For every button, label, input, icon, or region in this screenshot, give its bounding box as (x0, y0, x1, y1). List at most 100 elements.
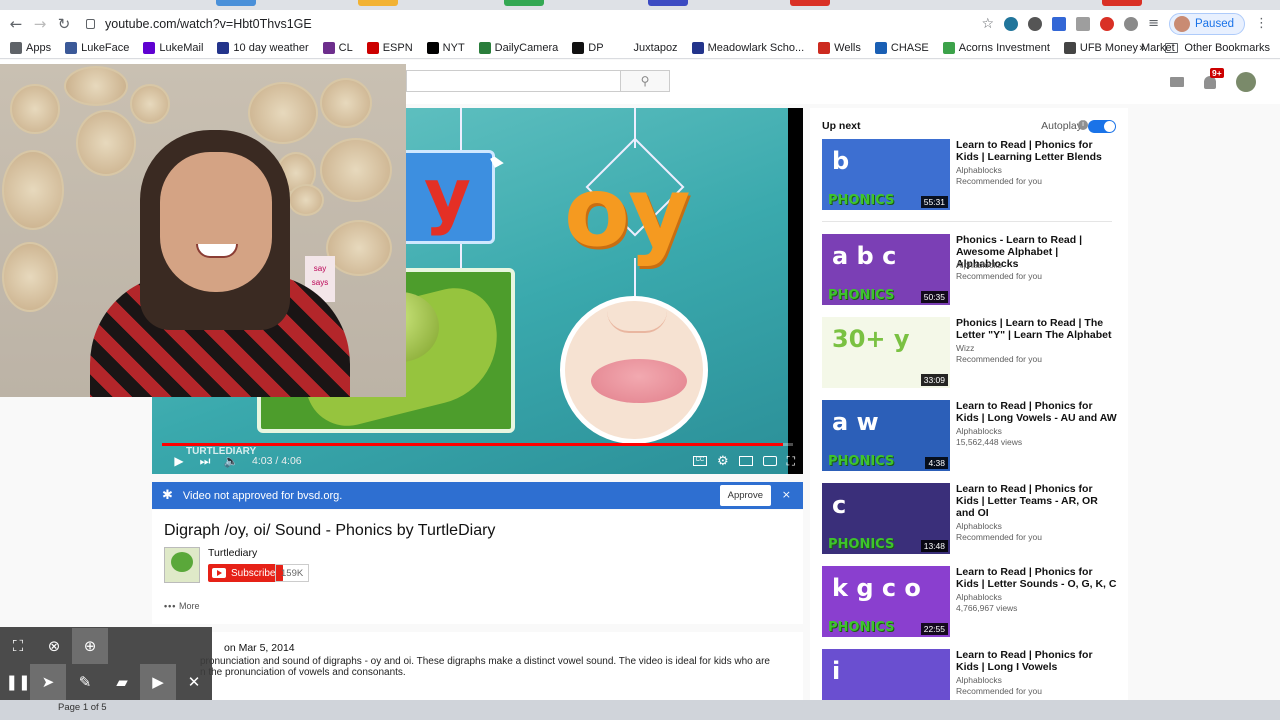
video-thumbnail[interactable]: 30+ y 33:09 (822, 317, 950, 388)
recommended-title[interactable]: Learn to Read | Phonics for Kids | Lette… (956, 566, 1118, 590)
pointer-icon[interactable]: ➤ (30, 664, 66, 700)
recommended-video[interactable]: a w PHONICS 4:38 Learn to Read | Phonics fo… (822, 400, 1122, 472)
recommended-title[interactable]: Learn to Read | Phonics for Kids | Long … (956, 649, 1118, 673)
bookmarks-bar: Apps LukeFace LukeMail 10 day weather CL ESPN… (0, 37, 1280, 59)
browser-tab[interactable] (790, 0, 830, 6)
camera-icon[interactable]: ▶ (140, 664, 176, 700)
bookmark-item[interactable]: DailyCamera (478, 41, 558, 54)
bookmark-item[interactable]: CHASE (874, 41, 929, 54)
bookmark-item[interactable]: NYT (426, 41, 465, 54)
recommended-video[interactable]: 30+ y 33:09 Phonics | Learn to Read | The … (822, 317, 1122, 389)
highlighter-icon[interactable]: ▰ (104, 664, 140, 700)
notifications-icon[interactable]: 9+ (1204, 67, 1224, 89)
extension-icon[interactable] (1052, 16, 1067, 31)
pen-icon[interactable]: ✎ (67, 664, 103, 700)
url-field[interactable]: youtube.com/watch?v=Hbt0Thvs1GE (86, 17, 312, 31)
recommended-video[interactable]: c PHONICS 13:48 Learn to Read | Phonics for… (822, 483, 1122, 555)
recommended-video[interactable]: b PHONICS 55:31 Learn to Read | Phonics for… (822, 139, 1122, 211)
info-icon[interactable]: i (1078, 120, 1088, 130)
recommended-video[interactable]: a b c PHONICS 50:35 Phonics - Learn to Read… (822, 234, 1122, 306)
search-button[interactable]: ⚲ (620, 70, 670, 92)
bookmark-item[interactable]: DP (572, 41, 604, 54)
bookmark-item[interactable]: Acorns Investment (942, 41, 1050, 54)
video-thumbnail[interactable]: c PHONICS 13:48 (822, 483, 950, 554)
cast-icon[interactable] (762, 456, 777, 466)
extension-icon[interactable] (1076, 16, 1091, 31)
video-thumbnail[interactable]: k g c o PHONICS 22:55 (822, 566, 950, 637)
recommended-title[interactable]: Learn to Read | Phonics for Kids | Long … (956, 400, 1118, 424)
channel-name[interactable]: Turtlediary (208, 547, 257, 559)
zoom-icon[interactable]: ⊕ (72, 628, 108, 664)
bookmark-item[interactable]: Wells (818, 41, 861, 54)
menu-icon[interactable]: ⋮ (1255, 16, 1268, 31)
bookmark-favicon-icon (691, 41, 704, 54)
browser-tab[interactable] (1102, 0, 1142, 6)
autoplay-toggle[interactable] (1088, 120, 1116, 133)
bookmark-label: 10 day weather (233, 41, 309, 54)
channel-avatar[interactable] (164, 547, 200, 583)
recommended-title[interactable]: Phonics | Learn to Read | The Letter "Y"… (956, 317, 1118, 341)
recommended-title[interactable]: Learn to Read | Phonics for Kids | Lette… (956, 483, 1118, 519)
media-queue-icon[interactable]: ≡ (1148, 16, 1159, 31)
bookmark-favicon-icon (10, 41, 22, 54)
video-title: Digraph /oy, oi/ Sound - Phonics by Turt… (164, 522, 496, 539)
approve-button[interactable]: Approve (719, 485, 771, 506)
account-avatar[interactable] (1236, 72, 1256, 92)
screenshot-icon[interactable]: ⛶ (0, 628, 36, 664)
browser-tab[interactable] (216, 0, 256, 6)
captions-button[interactable]: CC (692, 456, 707, 466)
bookmarks-overflow-button[interactable]: » (1139, 42, 1145, 54)
bookmark-star-icon[interactable]: ☆ (982, 16, 995, 32)
extension-icon[interactable] (1124, 16, 1139, 31)
bookmark-favicon-icon (942, 41, 955, 54)
progress-fill (162, 443, 783, 446)
browser-tab[interactable] (648, 0, 688, 6)
more-menu[interactable]: ••• More (164, 601, 199, 611)
webcam-overlay[interactable]: say says (0, 64, 406, 397)
reload-button[interactable]: ↻ (52, 15, 76, 33)
browser-tab[interactable] (358, 0, 398, 6)
video-thumbnail[interactable]: a b c PHONICS 50:35 (822, 234, 950, 305)
bookmark-item[interactable]: Juxtapoz (617, 41, 678, 54)
search-input[interactable] (406, 70, 620, 92)
recommended-title[interactable]: Learn to Read | Phonics for Kids | Learn… (956, 139, 1118, 163)
bookmark-favicon-icon (143, 41, 156, 54)
progress-bar[interactable] (162, 443, 793, 446)
forward-button[interactable]: → (28, 15, 52, 33)
video-thumbnail[interactable]: b PHONICS 55:31 (822, 139, 950, 210)
back-button[interactable]: ← (4, 15, 28, 33)
clear-icon[interactable]: ⊗ (36, 628, 72, 664)
bookmark-item[interactable]: 10 day weather (217, 41, 309, 54)
fullscreen-icon[interactable]: ⛶ (787, 454, 795, 469)
nose (607, 311, 667, 333)
bookmark-favicon-icon (322, 41, 335, 54)
profile-button[interactable]: Paused (1168, 12, 1245, 35)
bookmark-item[interactable]: Apps (10, 41, 51, 54)
bookmark-favicon-icon (617, 41, 630, 54)
recommended-channel: Alphablocks (956, 675, 1002, 685)
bookmark-item[interactable]: ESPN (366, 41, 413, 54)
subscribe-button[interactable]: Subscribe (208, 564, 284, 582)
bookmark-item[interactable]: LukeMail (143, 41, 203, 54)
bookmark-item[interactable]: CL (322, 41, 353, 54)
play-button[interactable]: ▶ (166, 454, 192, 468)
next-button[interactable]: ⏭ (192, 454, 218, 469)
extension-icon[interactable] (1028, 16, 1043, 31)
video-thumbnail[interactable]: a w PHONICS 4:38 (822, 400, 950, 471)
recommended-video[interactable]: k g c o PHONICS 22:55 Learn to Read | Phoni… (822, 566, 1122, 638)
close-icon[interactable]: × (782, 488, 791, 501)
volume-icon[interactable]: 🔈 (218, 454, 244, 468)
settings-icon[interactable]: ⚙ (717, 454, 729, 469)
recommended-channel: Wizz (956, 343, 975, 353)
wordpress-extension-icon[interactable] (1004, 16, 1019, 31)
up-next-sidebar: Up next Autoplay i b PHONICS 55:31 Learn to… (810, 108, 1128, 720)
close-icon[interactable]: ✕ (176, 664, 212, 700)
bookmark-item[interactable]: LukeFace (65, 41, 129, 54)
create-video-icon[interactable] (1170, 77, 1184, 87)
recommended-channel: Alphablocks (956, 521, 1002, 531)
bookmark-item[interactable]: Meadowlark Scho... (691, 41, 804, 54)
other-bookmarks[interactable]: Other Bookmarks (1184, 42, 1270, 54)
browser-tab[interactable] (504, 0, 544, 6)
extension-icon[interactable] (1100, 16, 1115, 31)
theater-mode-button[interactable] (738, 456, 753, 466)
